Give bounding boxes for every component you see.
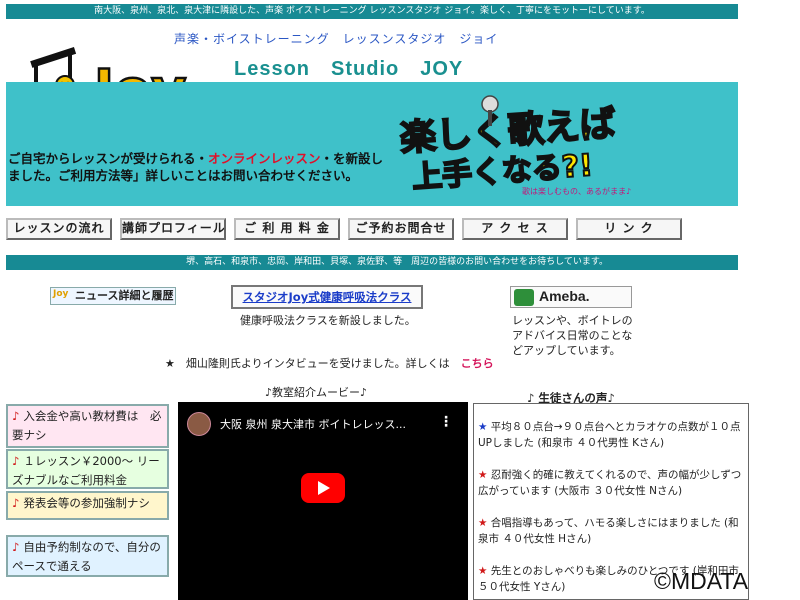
voice-item: ★ 合唱指導もあって、ハモる楽しさにはまりました (和泉市 ４０代女性 Hさん) <box>478 515 746 547</box>
movie-heading: ♪教室紹介ムービー♪ <box>265 386 368 399</box>
channel-avatar[interactable] <box>187 412 211 436</box>
music-note-icon: ♪ <box>12 540 20 554</box>
banner-slogan-art: 楽しく歌えば 上手くなる?! 歌は楽しむもの、あるがまま♪ <box>392 92 664 200</box>
news-joy-logo: Joy <box>53 289 69 299</box>
music-note-icon: ♪ <box>12 409 20 423</box>
slogan-small: 歌は楽しむもの、あるがまま♪ <box>522 186 631 196</box>
nav-instructor-profile-button[interactable]: 講師プロフィール <box>120 218 226 240</box>
feature-text: １レッスン￥2000～ リーズナブルなご利用料金 <box>12 454 160 487</box>
star-icon: ★ <box>478 565 488 577</box>
more-options-icon[interactable]: ⋮ <box>439 414 453 430</box>
nav-lesson-flow-button[interactable]: レッスンの流れ <box>6 218 112 240</box>
notice-text-start: ご自宅からレッスンが受けられる・ <box>8 151 209 166</box>
voice-text: 合唱指導もあって、ハモる楽しさにはまりました (和泉市 ４０代女性 Hさん) <box>478 517 739 545</box>
online-lesson-notice: ご自宅からレッスンが受けられる・オンラインレッスン・を新設しました。ご利用方法等… <box>8 150 384 184</box>
feature-text: 入会金や高い教材費は 必要ナシ <box>12 409 162 442</box>
feature-text: 自由予約制なので、自分のペースで通える <box>12 540 161 573</box>
ameba-logo-icon <box>514 289 534 306</box>
ameba-label: Ameba. <box>539 288 590 304</box>
voice-text: 忍耐強く的確に教えてくれるので、声の幅が少しずつ広がっています (大阪市 ３０代… <box>478 469 742 497</box>
nav-pricing-button[interactable]: ご 利 用 料 金 <box>234 218 340 240</box>
feature-box-free-booking: ♪ 自由予約制なので、自分のペースで通える <box>6 535 169 577</box>
site-subtitle: 声楽・ボイストレーニング レッスンスタジオ ジョイ <box>174 32 499 46</box>
nav-contact-button[interactable]: ご予約お問合せ <box>348 218 454 240</box>
ameba-description: レッスンや、ボイトレのアドバイス日常のことなどアップしています。 <box>512 314 633 357</box>
voice-item: ★ 平均８０点台→９０点台へとカラオケの点数が１０点UPしました (和泉市 ４０… <box>478 419 746 451</box>
site-title: Lesson Studio JOY <box>234 58 464 80</box>
feature-text: 発表会等の参加強制ナシ <box>23 496 150 510</box>
nav-links-button[interactable]: リ ン ク <box>576 218 682 240</box>
play-icon <box>318 481 330 495</box>
copyright-watermark: ©MDATA <box>654 568 749 594</box>
music-note-icon: ♪ <box>12 496 20 510</box>
voice-item: ★ 忍耐強く的確に教えてくれるので、声の幅が少しずつ広がっています (大阪市 ３… <box>478 467 746 499</box>
nav-access-button[interactable]: ア ク セ ス <box>462 218 568 240</box>
news-history-label: ニュース詳細と履歴 <box>75 289 174 302</box>
feature-box-pricing: ♪ １レッスン￥2000～ リーズナブルなご利用料金 <box>6 449 169 489</box>
area-info-bar: 堺、高石、和泉市、忠岡、岸和田、貝塚、泉佐野、等 周辺の皆様のお問い合わせをお待… <box>6 255 738 270</box>
star-icon: ★ <box>478 421 488 433</box>
news-history-button[interactable]: ニュース詳細と履歴 <box>50 287 176 305</box>
music-note-icon: ♪ <box>12 454 20 468</box>
interview-notice: ★ 畑山隆則氏よりインタビューを受けました。詳しくは こちら <box>165 355 494 371</box>
interview-link[interactable]: こちら <box>461 357 494 370</box>
star-icon: ★ <box>478 469 488 481</box>
online-lesson-highlight: オンラインレッスン <box>208 151 321 166</box>
voice-text: 平均８０点台→９０点台へとカラオケの点数が１０点UPしました (和泉市 ４０代男… <box>478 421 741 449</box>
star-icon: ★ <box>478 517 488 529</box>
top-info-bar: 南大阪、泉州、泉北、泉大津に隣設した、声楽 ボイストレーニング レッスンスタジオ… <box>6 4 738 19</box>
feature-box-no-fees: ♪ 入会金や高い教材費は 必要ナシ <box>6 404 169 448</box>
breathing-class-link[interactable]: スタジオJoy式健康呼吸法クラス <box>231 285 423 309</box>
video-title[interactable]: 大阪 泉州 泉大津市 ボイトレレッス... <box>220 416 406 432</box>
feature-box-no-recital: ♪ 発表会等の参加強制ナシ <box>6 491 169 520</box>
breathing-class-note: 健康呼吸法クラスを新設しました。 <box>240 314 416 327</box>
interview-text: ★ 畑山隆則氏よりインタビューを受けました。詳しくは <box>165 357 461 370</box>
